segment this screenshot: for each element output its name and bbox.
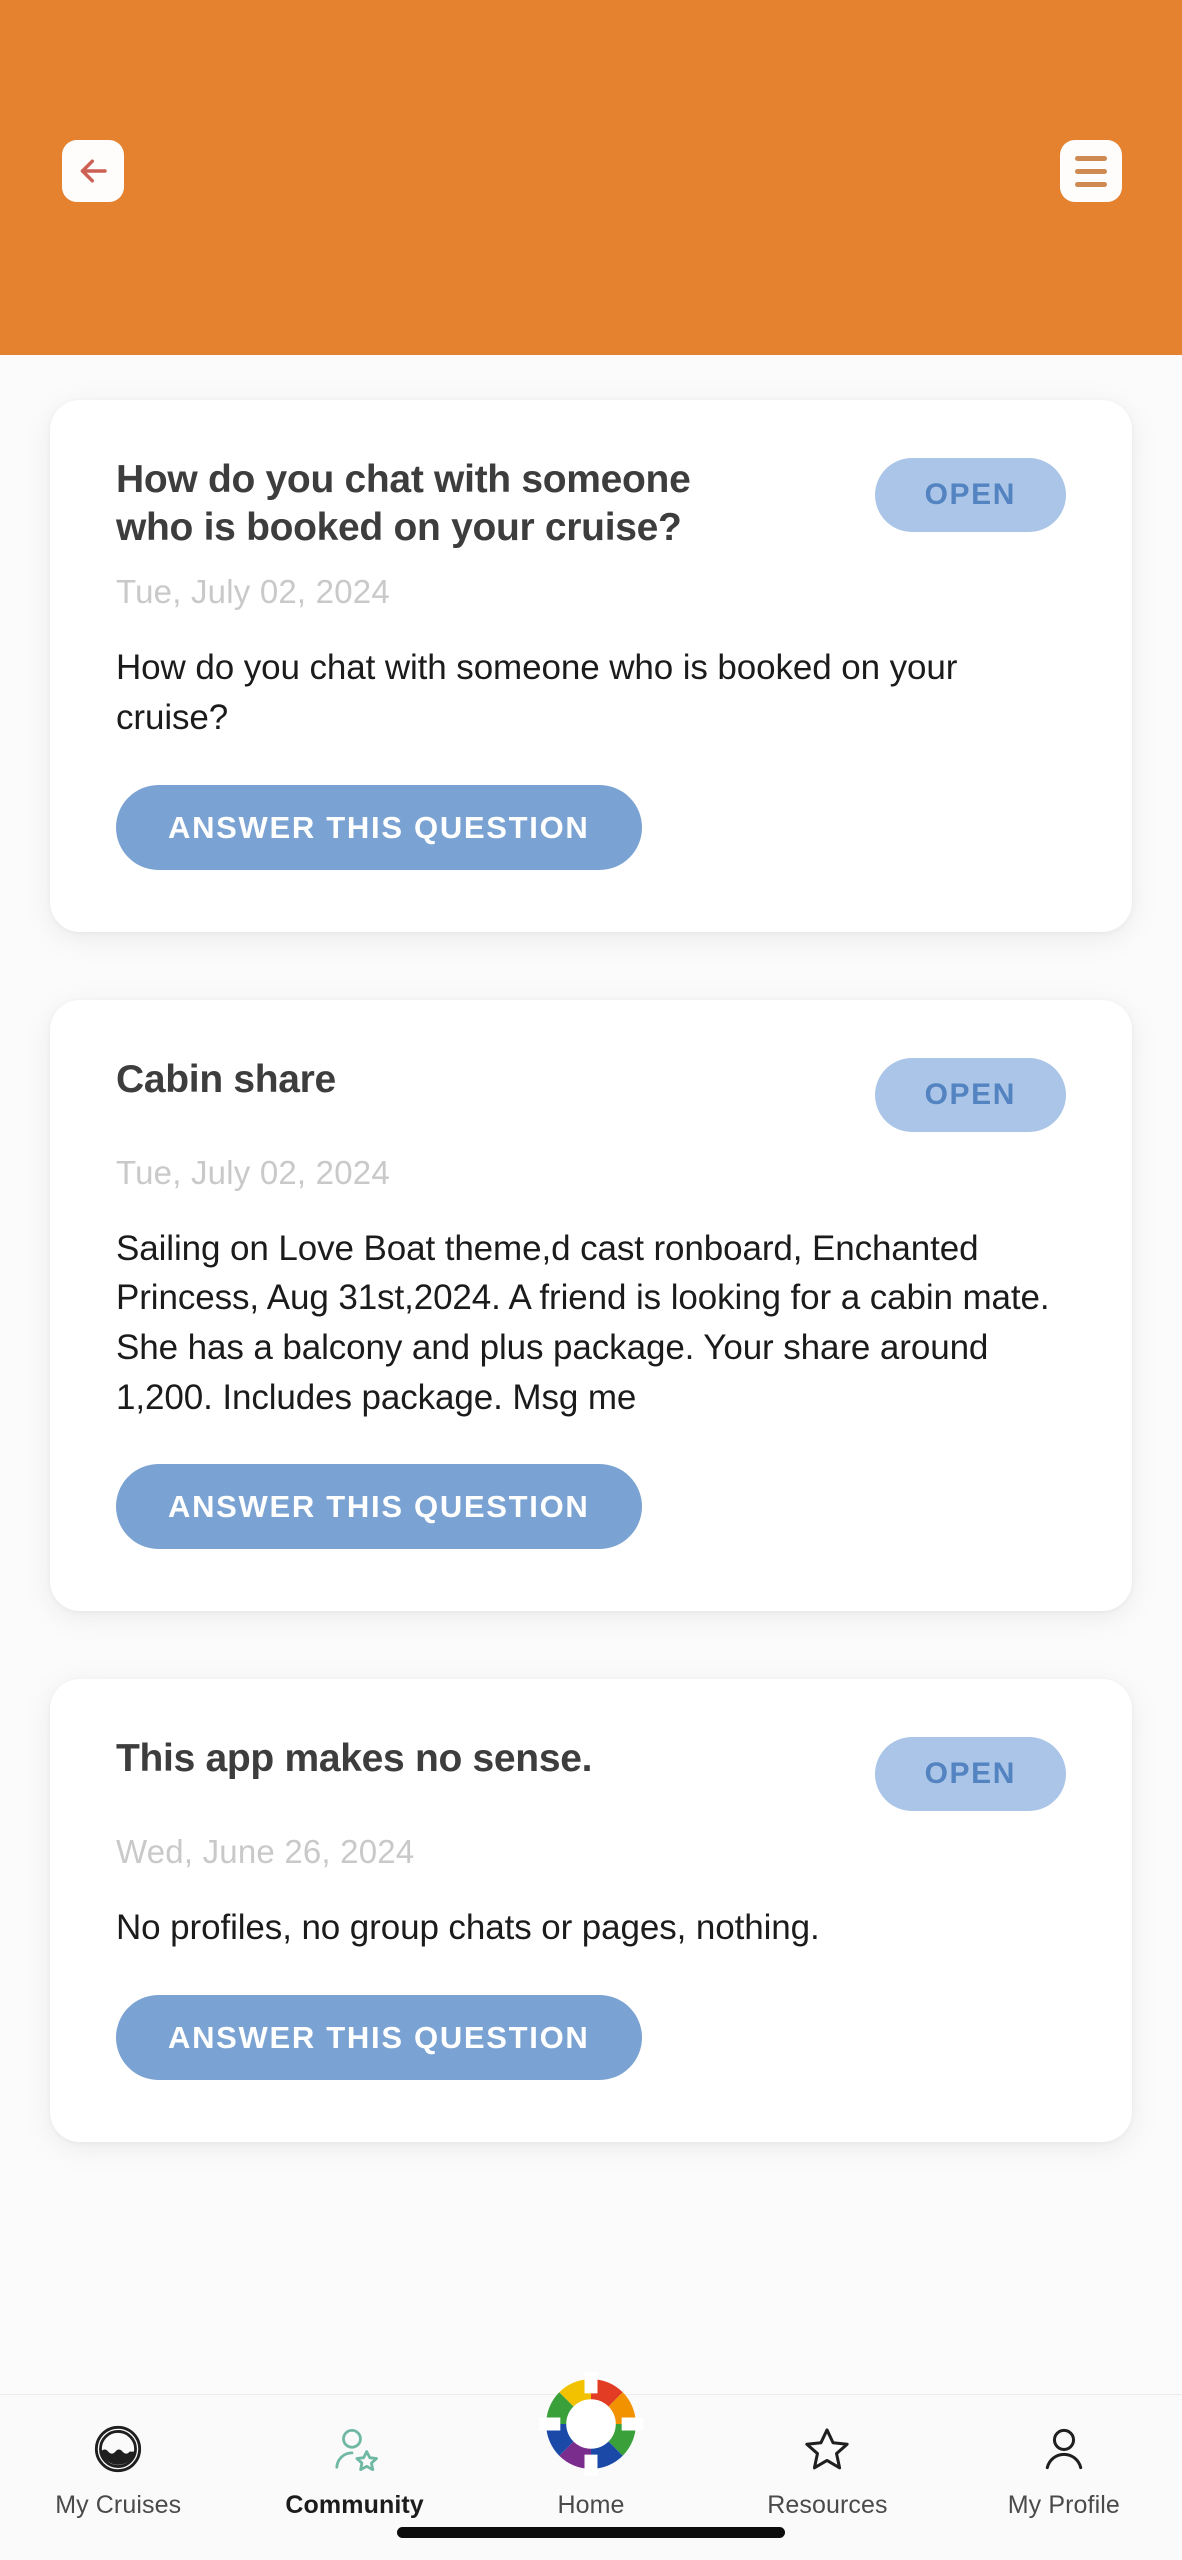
hamburger-menu-button[interactable]: [1060, 140, 1122, 202]
nav-item-resources[interactable]: Resources: [709, 2421, 945, 2520]
answer-this-question-button[interactable]: ANSWER THIS QUESTION: [116, 784, 642, 870]
post-title: Cabin share: [116, 1057, 336, 1101]
hamburger-menu-icon-bar: [1075, 181, 1107, 187]
post-card[interactable]: How do you chat with someone who is book…: [50, 400, 1132, 932]
post-card[interactable]: Cabin share OPEN Tue, July 02, 2024 Sail…: [50, 999, 1132, 1612]
nav-item-home[interactable]: Home: [473, 2372, 709, 2520]
rainbow-life-ring-icon: [532, 2365, 650, 2483]
post-body: No profiles, no group chats or pages, no…: [116, 1908, 820, 1948]
nav-label: My Cruises: [55, 2491, 182, 2519]
answer-this-question-button[interactable]: ANSWER THIS QUESTION: [116, 1464, 642, 1550]
status-badge: OPEN: [874, 458, 1066, 532]
app-header: [0, 0, 1182, 355]
app-screen: How do you chat with someone who is book…: [0, 0, 1182, 2560]
person-icon: [1038, 2421, 1090, 2477]
person-star-icon: [329, 2421, 381, 2477]
post-date: Tue, July 02, 2024: [116, 1153, 390, 1191]
nav-item-community[interactable]: Community: [236, 2421, 472, 2520]
post-title: How do you chat with someone who is book…: [116, 458, 691, 549]
nav-label: My Profile: [1007, 2491, 1120, 2519]
post-list[interactable]: How do you chat with someone who is book…: [0, 355, 1182, 2395]
answer-this-question-button[interactable]: ANSWER THIS QUESTION: [116, 1994, 642, 2080]
post-title: This app makes no sense.: [116, 1737, 593, 1781]
post-card-header: Cabin share OPEN: [116, 1056, 1066, 1132]
post-card-header: How do you chat with someone who is book…: [116, 456, 1066, 551]
nav-label: Home: [557, 2491, 625, 2519]
hamburger-menu-icon-bar: [1075, 168, 1107, 174]
status-badge: OPEN: [874, 1057, 1066, 1132]
arrow-left-icon: [75, 153, 111, 189]
post-card[interactable]: This app makes no sense. OPEN Wed, June …: [50, 1679, 1132, 2142]
home-indicator: [397, 2527, 785, 2538]
nav-item-my-profile[interactable]: My Profile: [946, 2421, 1182, 2520]
post-body: How do you chat with someone who is book…: [116, 648, 958, 737]
star-icon: [801, 2421, 853, 2477]
waves-circle-icon: [92, 2421, 144, 2477]
nav-item-my-cruises[interactable]: My Cruises: [0, 2421, 236, 2520]
status-badge: OPEN: [874, 1737, 1066, 1812]
post-body: Sailing on Love Boat theme,d cast ronboa…: [116, 1228, 1050, 1417]
nav-label: Resources: [767, 2491, 888, 2519]
post-date: Wed, June 26, 2024: [116, 1833, 415, 1871]
nav-label: Community: [285, 2491, 424, 2519]
hamburger-menu-icon: [1075, 155, 1107, 161]
post-card-header: This app makes no sense. OPEN: [116, 1735, 1066, 1812]
post-date: Tue, July 02, 2024: [116, 573, 390, 611]
back-button[interactable]: [62, 140, 124, 202]
